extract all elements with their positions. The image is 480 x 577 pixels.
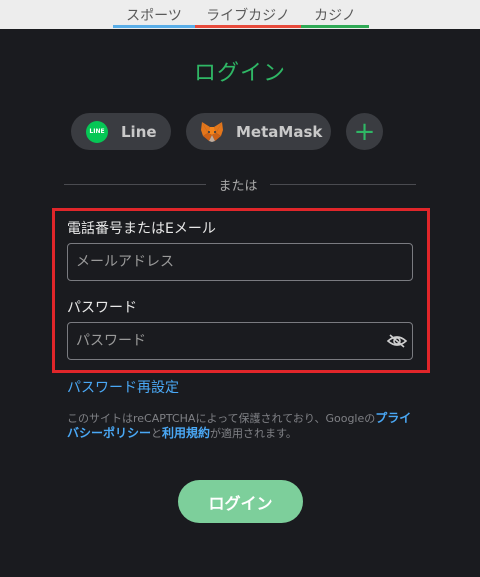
- tab-casino-underline: [301, 25, 369, 28]
- metamask-login-label: MetaMask: [236, 122, 323, 141]
- metamask-login-button[interactable]: MetaMask: [186, 113, 331, 150]
- password-label: パスワード: [67, 300, 137, 316]
- eye-off-icon[interactable]: [386, 331, 408, 351]
- tab-sports[interactable]: スポーツ: [113, 0, 195, 29]
- divider-text: または: [218, 179, 258, 194]
- top-nav-bar: スポーツ ライブカジノ カジノ: [0, 0, 480, 29]
- metamask-fox-icon: [201, 121, 223, 142]
- tab-casino[interactable]: カジノ: [301, 0, 369, 29]
- line-logo-text: LINE: [89, 128, 105, 135]
- password-reset-link[interactable]: パスワード再設定: [67, 377, 179, 397]
- tab-live-casino-underline: [195, 25, 301, 28]
- password-input[interactable]: [67, 322, 413, 360]
- category-tabs: スポーツ ライブカジノ カジノ: [113, 0, 369, 29]
- tab-sports-label: スポーツ: [126, 7, 182, 24]
- tab-sports-underline: [113, 25, 195, 28]
- divider-left: [64, 184, 206, 185]
- notice-text-1: このサイトはreCAPTCHAによって保護されており、Googleの: [67, 412, 376, 425]
- login-button[interactable]: ログイン: [178, 480, 303, 523]
- line-login-label: Line: [121, 122, 157, 141]
- email-input[interactable]: [67, 243, 413, 281]
- terms-link[interactable]: 利用規約: [162, 426, 210, 440]
- line-icon: LINE: [86, 120, 108, 143]
- tab-live-casino[interactable]: ライブカジノ: [195, 0, 301, 29]
- divider-right: [270, 184, 416, 185]
- plus-icon: +: [353, 116, 376, 147]
- line-login-button[interactable]: LINE Line: [71, 113, 171, 150]
- more-login-options-button[interactable]: +: [346, 113, 383, 150]
- notice-text-3: が適用されます。: [210, 427, 297, 440]
- notice-text-2: と: [151, 427, 163, 440]
- tab-casino-label: カジノ: [314, 7, 356, 24]
- phone-email-label: 電話番号またはEメール: [67, 221, 216, 237]
- recaptcha-notice: このサイトはreCAPTCHAによって保護されており、Googleのプライバシー…: [67, 411, 412, 441]
- tab-live-casino-label: ライブカジノ: [206, 7, 290, 24]
- page-title: ログイン: [193, 61, 286, 86]
